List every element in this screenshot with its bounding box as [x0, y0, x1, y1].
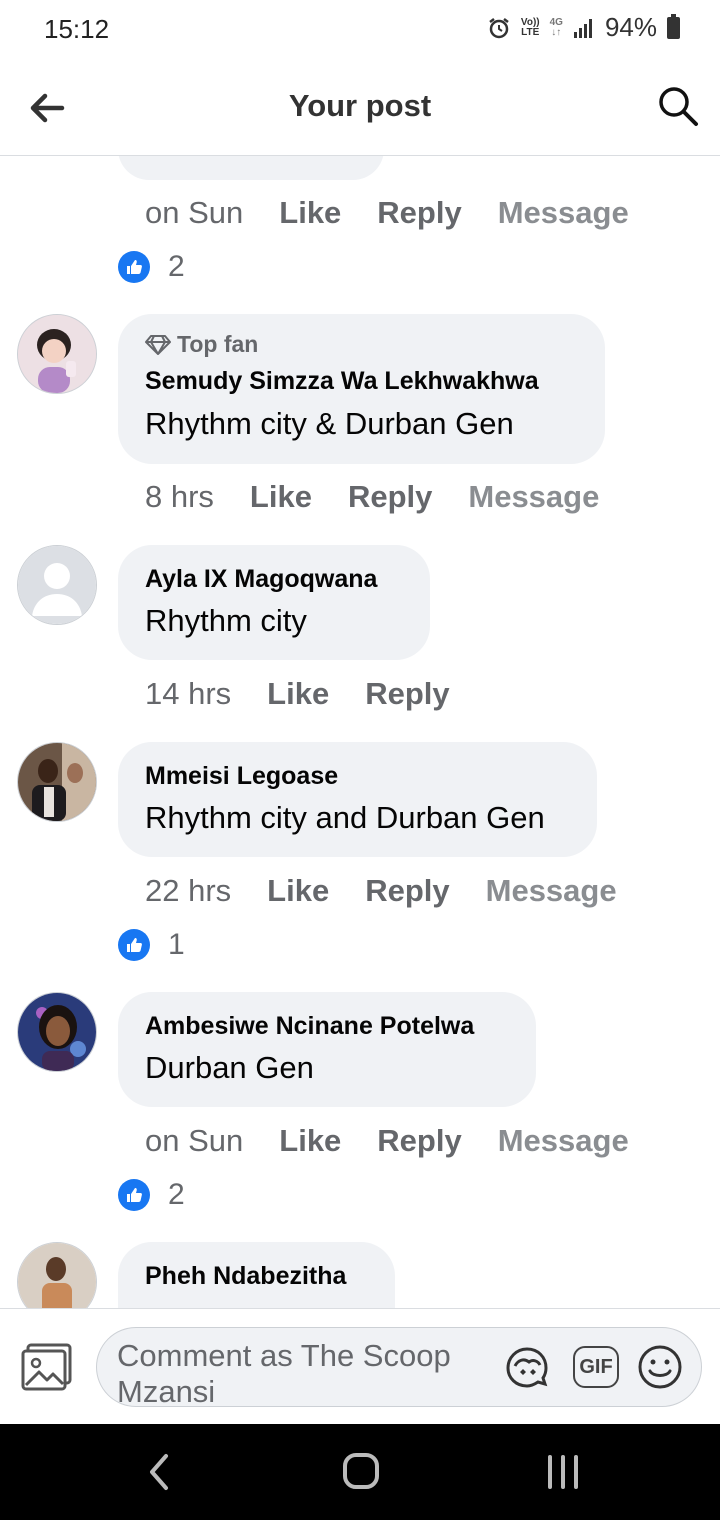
comment-composer: Comment as The Scoop Mzansi GIF	[0, 1308, 720, 1425]
comment-actions: on Sun Like Reply Message	[145, 195, 665, 231]
reply-button[interactable]: Reply	[365, 873, 449, 909]
photo-icon	[21, 1343, 72, 1391]
network-type: 4G ↓↑	[549, 16, 563, 38]
comment-bubble[interactable]: Pheh Ndabezitha	[118, 1242, 395, 1308]
comment-time: on Sun	[145, 195, 244, 230]
signal-icon	[573, 18, 592, 38]
nav-recents-button[interactable]	[545, 1454, 581, 1490]
avatar[interactable]	[17, 545, 97, 625]
recents-icon	[548, 1455, 578, 1489]
status-bar: 15:12 Vo)) LTE 4G ↓↑ 94%	[0, 0, 720, 60]
top-fan-badge: Top fan	[145, 331, 258, 358]
comment-time: on Sun	[145, 1123, 244, 1158]
comment-text: Rhythm city and Durban Gen	[145, 800, 545, 835]
avatar-sticker-button[interactable]	[503, 1346, 551, 1390]
diamond-icon	[145, 334, 171, 355]
comment-actions: 22 hrs Like Reply Message	[145, 873, 653, 909]
comment-actions: 8 hrs Like Reply Message	[145, 479, 635, 515]
nav-home-button[interactable]	[342, 1452, 380, 1490]
volte-indicator: Vo)) LTE	[520, 16, 540, 38]
avatar[interactable]	[17, 314, 97, 394]
battery-level: 94%	[604, 12, 657, 42]
message-button[interactable]: Message	[498, 1123, 629, 1159]
comment-text: Rhythm city & Durban Gen	[145, 406, 514, 441]
comment-bubble[interactable]: Ambesiwe Ncinane Potelwa Durban Gen	[118, 992, 536, 1107]
avatar[interactable]	[17, 1242, 97, 1308]
system-nav-bar	[0, 1424, 720, 1520]
alarm-icon	[489, 17, 509, 38]
like-reaction-icon	[118, 929, 150, 961]
like-reaction-icon	[118, 1179, 150, 1211]
comment-text: Rhythm city	[145, 603, 307, 638]
avatar[interactable]	[17, 992, 97, 1072]
reaction-count[interactable]: 1	[118, 928, 185, 962]
like-reaction-icon	[118, 251, 150, 283]
like-button[interactable]: Like	[279, 1123, 341, 1159]
comments-list[interactable]: on Sun Like Reply Message 2 Top fan Semu…	[0, 156, 720, 1308]
gif-button[interactable]: GIF	[573, 1346, 619, 1388]
like-button[interactable]: Like	[279, 195, 341, 231]
comment-author[interactable]: Semudy Simzza Wa Lekhwakhwa	[145, 367, 539, 396]
reaction-count[interactable]: 2	[118, 1178, 185, 1212]
reaction-count[interactable]: 2	[118, 250, 185, 284]
nav-back-button[interactable]	[144, 1452, 174, 1492]
comment-bubble[interactable]: Ayla IX Magoqwana Rhythm city	[118, 545, 430, 660]
emoji-icon	[638, 1345, 682, 1389]
comment-time: 14 hrs	[145, 676, 232, 711]
comment-time: 8 hrs	[145, 479, 214, 514]
reply-button[interactable]: Reply	[377, 195, 461, 231]
comment-time: 22 hrs	[145, 873, 232, 908]
page-title: Your post	[288, 88, 432, 123]
reply-button[interactable]: Reply	[365, 676, 449, 712]
like-button[interactable]: Like	[250, 479, 312, 515]
message-button[interactable]: Message	[468, 479, 599, 515]
comment-input[interactable]: Comment as The Scoop Mzansi GIF	[96, 1327, 702, 1407]
comment-placeholder: Comment as The Scoop Mzansi	[117, 1338, 451, 1407]
avatar[interactable]	[17, 742, 97, 822]
like-button[interactable]: Like	[267, 873, 329, 909]
comment-bubble[interactable]	[118, 156, 384, 180]
search-button[interactable]	[656, 84, 700, 128]
status-time: 15:12	[44, 14, 110, 44]
default-avatar-icon	[18, 546, 96, 624]
app-header: Your post	[0, 60, 720, 156]
comment-bubble[interactable]: Top fan Semudy Simzza Wa Lekhwakhwa Rhyt…	[118, 314, 605, 464]
search-icon	[659, 87, 698, 126]
reply-button[interactable]: Reply	[348, 479, 432, 515]
chevron-left-icon	[150, 1454, 168, 1490]
comment-text: Durban Gen	[145, 1050, 314, 1085]
reply-button[interactable]: Reply	[377, 1123, 461, 1159]
photo-button[interactable]	[20, 1341, 74, 1391]
comment-author[interactable]: Pheh Ndabezitha	[145, 1262, 346, 1291]
avatar-sticker-icon	[506, 1347, 548, 1388]
status-icons: Vo)) LTE 4G ↓↑ 94%	[487, 12, 680, 43]
comment-actions: on Sun Like Reply Message	[145, 1123, 665, 1159]
emoji-button[interactable]	[637, 1344, 683, 1390]
like-button[interactable]: Like	[267, 676, 329, 712]
home-icon	[343, 1453, 379, 1489]
message-button[interactable]: Message	[498, 195, 629, 231]
comment-author[interactable]: Mmeisi Legoase	[145, 762, 338, 791]
comment-author[interactable]: Ayla IX Magoqwana	[145, 565, 377, 594]
message-button[interactable]: Message	[486, 873, 617, 909]
battery-icon	[667, 13, 680, 39]
comment-bubble[interactable]: Mmeisi Legoase Rhythm city and Durban Ge…	[118, 742, 597, 857]
comment-author[interactable]: Ambesiwe Ncinane Potelwa	[145, 1012, 474, 1041]
comment-actions: 14 hrs Like Reply	[145, 676, 486, 712]
